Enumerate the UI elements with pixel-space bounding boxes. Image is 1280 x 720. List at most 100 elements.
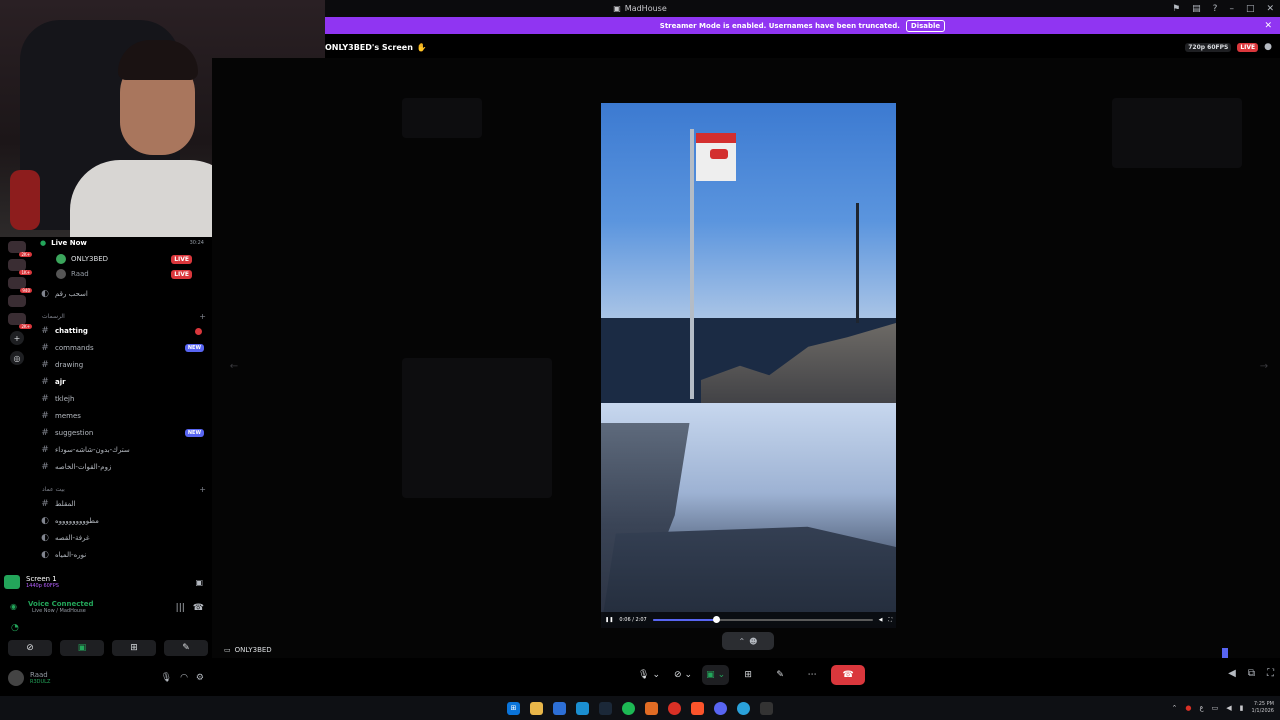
- discover-icon[interactable]: ◎: [10, 351, 24, 365]
- clock[interactable]: 7:25 PM 1/1/2026: [1252, 701, 1274, 715]
- battery-icon[interactable]: ▮: [1240, 704, 1244, 712]
- volume-tray-icon[interactable]: ◀: [1226, 704, 1231, 712]
- channel-item[interactable]: ◐ اسحب رقم: [40, 288, 208, 300]
- server-icon[interactable]: 2K+: [8, 241, 32, 257]
- soundboard-button[interactable]: ✎: [767, 665, 793, 685]
- channel-drawing[interactable]: # drawing: [40, 359, 208, 371]
- speaker-icon: ◐: [41, 533, 49, 543]
- more-options-icon[interactable]: ⋯: [799, 665, 825, 685]
- activities-button[interactable]: ⊞: [735, 665, 761, 685]
- chevron-up-icon[interactable]: ⌃: [1171, 704, 1177, 712]
- channel-ajr[interactable]: # ajr: [40, 376, 208, 388]
- screen-share-panel[interactable]: Screen 1 1440p 60FPS ▣: [4, 570, 209, 594]
- disable-button[interactable]: Disable: [905, 19, 946, 32]
- close-window-icon[interactable]: ✕: [1266, 4, 1274, 14]
- chat-icon[interactable]: ●: [1264, 42, 1272, 52]
- windows-start-icon[interactable]: ⊞: [507, 701, 520, 715]
- headphones-icon[interactable]: ◠: [180, 673, 188, 683]
- voice-channel[interactable]: ◐ غرفة-القصه: [40, 532, 208, 544]
- spotify-icon[interactable]: [622, 701, 635, 715]
- voice-user[interactable]: Raad LIVE: [56, 268, 206, 280]
- help-icon[interactable]: ?: [1213, 4, 1218, 14]
- chevron-up-icon[interactable]: ⌃: [738, 637, 745, 646]
- fullscreen-icon[interactable]: ⛶: [1267, 668, 1274, 679]
- share-screen-button[interactable]: ▣ ⌄: [702, 665, 730, 685]
- server-icon[interactable]: 1K+: [8, 259, 32, 275]
- steam-icon[interactable]: [599, 701, 612, 715]
- store-icon[interactable]: [553, 701, 566, 715]
- language-icon[interactable]: ع: [1199, 704, 1203, 712]
- camera-icon: ⊘: [673, 670, 682, 680]
- voice-channel[interactable]: # المقلط: [40, 498, 208, 510]
- signal-icon[interactable]: ◉: [10, 602, 17, 611]
- stop-share-icon[interactable]: ▣: [195, 578, 203, 587]
- mouse-cursor: [1222, 648, 1228, 658]
- discord-icon[interactable]: [714, 701, 727, 715]
- progress-handle[interactable]: [713, 616, 721, 623]
- file-explorer-icon[interactable]: [530, 701, 543, 715]
- server-icon[interactable]: 940: [8, 277, 32, 293]
- add-channel-icon[interactable]: +: [199, 485, 206, 494]
- disconnect-icon[interactable]: ☎: [193, 603, 204, 613]
- noise-icon[interactable]: |||: [176, 603, 185, 613]
- pause-icon[interactable]: ❚❚: [605, 617, 613, 623]
- previous-arrow-icon[interactable]: ←: [226, 358, 242, 374]
- banner-close-icon[interactable]: ✕: [1264, 21, 1272, 31]
- voice-user[interactable]: ONLY3BED LIVE: [56, 253, 206, 265]
- mic-tray-icon[interactable]: ●: [1185, 704, 1191, 712]
- server-icon[interactable]: 2K+: [8, 313, 32, 329]
- channel-item[interactable]: # زوم-القوات-الخاصه: [40, 461, 208, 473]
- channel-suggestion[interactable]: # suggestion NEW: [40, 427, 208, 439]
- add-server-icon[interactable]: +: [10, 331, 24, 345]
- popout-preview[interactable]: ⌃ ☻: [722, 632, 774, 650]
- channel-commands[interactable]: # commands NEW: [40, 342, 208, 354]
- camera-button[interactable]: ⊘: [8, 640, 52, 656]
- category-header[interactable]: بيت عماد: [42, 486, 65, 493]
- video-player[interactable]: ❚❚ 0:06 / 2:07 ◀ ⛶: [601, 103, 896, 628]
- channel-tklejh[interactable]: # tklejh: [40, 393, 208, 405]
- inbox-icon[interactable]: ▤: [1192, 4, 1201, 14]
- leave-call-button[interactable]: ☎: [831, 665, 866, 685]
- soundboard-button[interactable]: ✎: [164, 640, 208, 656]
- avatar[interactable]: [8, 670, 24, 686]
- fullscreen-icon[interactable]: ⛶: [888, 617, 892, 623]
- system-tray: ⌃ ● ع ▭ ◀ ▮ 7:25 PM 1/1/2026: [1171, 696, 1274, 720]
- popout-icon[interactable]: ⧉: [1248, 668, 1255, 679]
- video-time: 0:06 / 2:07: [619, 617, 647, 623]
- volume-icon[interactable]: ◀: [879, 617, 883, 623]
- screen-icon: ▭: [224, 646, 231, 654]
- voice-channel[interactable]: ◐ نوره-المياه: [40, 549, 208, 561]
- chrome-icon[interactable]: [668, 701, 681, 715]
- brave-icon[interactable]: [691, 701, 704, 715]
- next-arrow-icon[interactable]: →: [1256, 358, 1272, 374]
- share-screen-button[interactable]: ▣: [60, 640, 104, 656]
- volume-icon[interactable]: ◀: [1228, 668, 1236, 679]
- camera-toggle-button[interactable]: ⊘ ⌄: [670, 665, 696, 685]
- network-icon[interactable]: ▭: [1212, 704, 1219, 712]
- voice-channel[interactable]: ◐ مطوووووووووه: [40, 515, 208, 527]
- xbox-icon[interactable]: [760, 701, 773, 715]
- add-channel-icon[interactable]: +: [199, 312, 206, 321]
- channel-live-now[interactable]: ● Live Now 30:24: [40, 237, 208, 249]
- activity-icon[interactable]: ◔: [11, 623, 19, 633]
- channel-chatting[interactable]: # chatting: [40, 325, 208, 337]
- pin-icon[interactable]: ⚑: [1172, 4, 1180, 14]
- edge-icon[interactable]: [576, 701, 589, 715]
- maximize-icon[interactable]: □: [1246, 4, 1255, 14]
- office-icon[interactable]: [645, 701, 658, 715]
- lamp-post: [856, 203, 859, 323]
- server-icon[interactable]: [8, 295, 26, 307]
- unread-dot: [195, 327, 202, 335]
- mic-icon[interactable]: 🎙: [161, 673, 172, 683]
- settings-gear-icon[interactable]: ⚙: [196, 673, 204, 683]
- video-progress[interactable]: [652, 616, 873, 623]
- telegram-icon[interactable]: [737, 701, 750, 715]
- mic-toggle-button[interactable]: 🎙 ⌄: [634, 665, 664, 685]
- category-header[interactable]: الرسمات: [42, 313, 65, 320]
- activities-button[interactable]: ⊞: [112, 640, 156, 656]
- channel-item[interactable]: # سترك-بدون-شاشه-سوداء: [40, 444, 208, 456]
- chevron-down-icon: ⌄: [652, 670, 660, 680]
- bus-stop-pole: [690, 129, 694, 399]
- minimize-icon[interactable]: –: [1229, 4, 1234, 14]
- channel-memes[interactable]: # memes: [40, 410, 208, 422]
